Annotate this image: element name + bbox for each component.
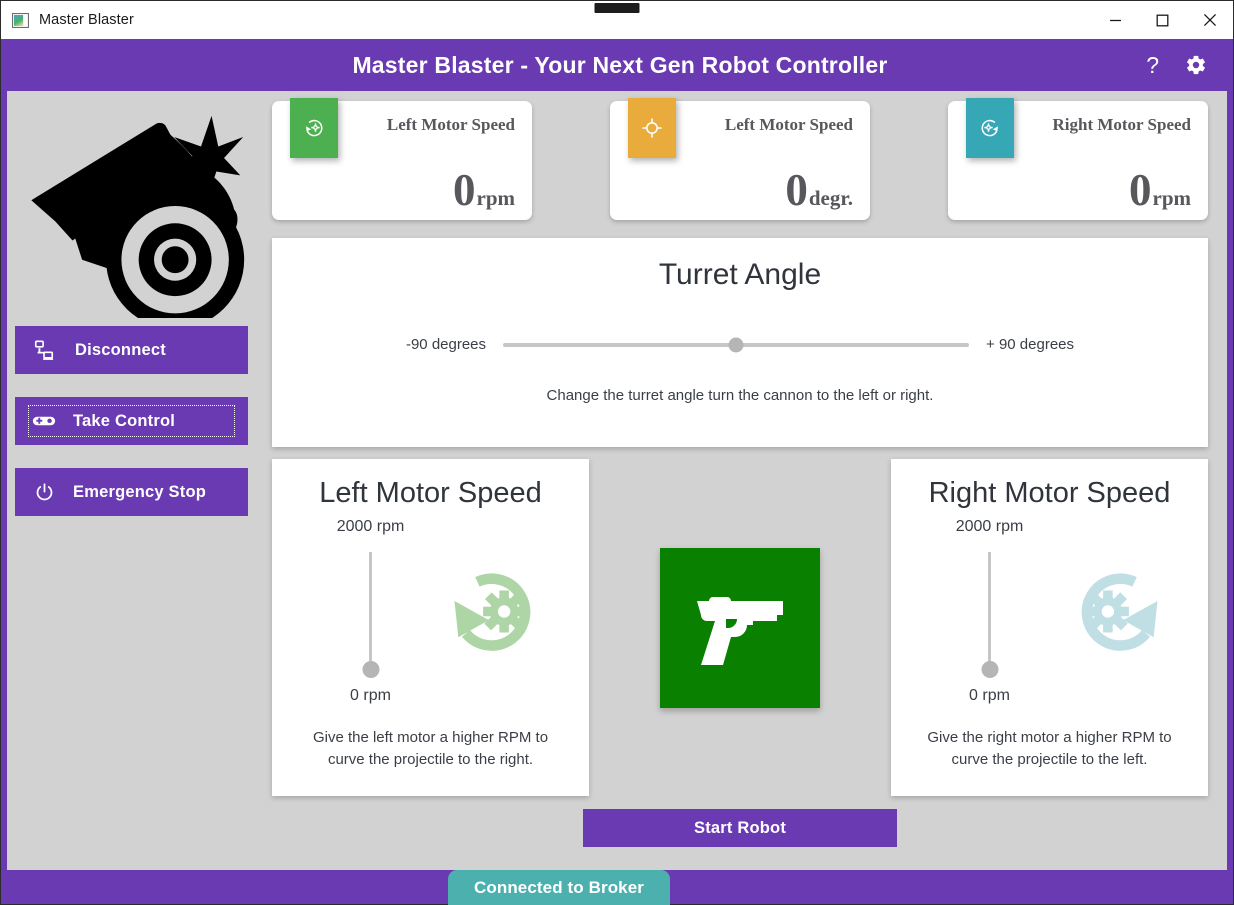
turret-max-label: + 90 degrees bbox=[986, 336, 1075, 353]
right-motor-max-label: 2000 rpm bbox=[955, 518, 1024, 535]
right-motor-hint: Give the right motor a higher RPM to cur… bbox=[927, 729, 1172, 768]
left-motor-slider[interactable] bbox=[362, 552, 379, 678]
status-card-label: Left Motor Speed bbox=[386, 115, 515, 134]
status-card-unit: degr. bbox=[808, 186, 853, 211]
window-drag-handle[interactable] bbox=[594, 3, 640, 13]
left-motor-slider-thumb[interactable] bbox=[362, 661, 379, 678]
main-content: Left Motor Speed 0 rpm Left Motor Speed … bbox=[256, 91, 1227, 870]
close-icon[interactable] bbox=[1186, 1, 1233, 39]
status-card-value: 0 bbox=[1129, 165, 1152, 216]
center-column: Start Robot bbox=[583, 459, 897, 870]
right-motor-slider-group: 2000 rpm 0 rpm bbox=[891, 518, 1208, 705]
left-motor-slider-group: 2000 rpm 0 rpm bbox=[272, 518, 589, 705]
status-bar: Connected to Broker bbox=[1, 870, 1233, 905]
right-motor-title: Right Motor Speed bbox=[928, 477, 1171, 509]
window-titlebar: Master Blaster bbox=[1, 1, 1233, 39]
right-motor-slider[interactable] bbox=[981, 552, 998, 678]
status-card-value: 0 bbox=[453, 165, 476, 216]
left-motor-slider-column: 2000 rpm 0 rpm bbox=[305, 518, 437, 705]
status-card-turret-angle: Left Motor Speed 0 degr. bbox=[610, 98, 870, 220]
rotate-right-gear-icon bbox=[966, 98, 1014, 158]
gear-icon[interactable] bbox=[1185, 54, 1207, 76]
status-card-value-group: 0 rpm bbox=[453, 165, 516, 216]
status-card-right-motor-speed: Right Motor Speed 0 rpm bbox=[948, 98, 1208, 220]
status-card-label: Right Motor Speed bbox=[1052, 115, 1191, 134]
left-motor-min-label: 0 rpm bbox=[350, 687, 391, 704]
window-title: Master Blaster bbox=[39, 12, 134, 28]
status-card-value: 0 bbox=[785, 165, 808, 216]
rotate-right-gear-icon bbox=[1056, 559, 1176, 664]
start-robot-button[interactable]: Start Robot bbox=[583, 809, 897, 847]
left-motor-title: Left Motor Speed bbox=[319, 477, 542, 509]
turret-angle-slider-row: -90 degrees + 90 degrees bbox=[272, 336, 1208, 353]
crosshair-target-icon bbox=[628, 98, 676, 158]
power-icon bbox=[15, 482, 73, 503]
left-motor-max-label: 2000 rpm bbox=[336, 518, 405, 535]
status-card-unit: rpm bbox=[476, 186, 516, 211]
app-body: Disconnect Take Control Emergency Stop L… bbox=[1, 91, 1233, 870]
maximize-icon[interactable] bbox=[1139, 1, 1186, 39]
status-card-row: Left Motor Speed 0 rpm Left Motor Speed … bbox=[272, 91, 1208, 226]
status-card-value-group: 0 rpm bbox=[1129, 165, 1192, 216]
turret-angle-slider[interactable] bbox=[503, 337, 970, 352]
right-motor-slider-column: 2000 rpm 0 rpm bbox=[924, 518, 1056, 705]
pistol-icon bbox=[691, 587, 789, 669]
status-card-label: Left Motor Speed bbox=[724, 115, 853, 134]
turret-angle-slider-thumb[interactable] bbox=[728, 337, 744, 352]
right-motor-slider-thumb[interactable] bbox=[981, 661, 998, 678]
window-controls bbox=[1092, 1, 1233, 39]
status-card-left-motor-speed: Left Motor Speed 0 rpm bbox=[272, 98, 532, 220]
left-motor-hint: Give the left motor a higher RPM to curv… bbox=[312, 729, 549, 768]
titlebar-left-group: Master Blaster bbox=[1, 12, 134, 28]
sidebar-item-emergency-stop[interactable]: Emergency Stop bbox=[15, 468, 248, 516]
header-actions: ? bbox=[1146, 53, 1233, 77]
rotate-left-gear-icon bbox=[437, 559, 557, 664]
sidebar-item-label: Emergency Stop bbox=[73, 482, 207, 501]
help-icon[interactable]: ? bbox=[1146, 53, 1159, 77]
gamepad-icon bbox=[15, 413, 73, 429]
turret-angle-title: Turret Angle bbox=[658, 258, 822, 291]
sidebar: Disconnect Take Control Emergency Stop bbox=[7, 91, 256, 870]
rotate-left-gear-icon bbox=[290, 98, 338, 158]
status-card-unit: rpm bbox=[1152, 186, 1192, 211]
fire-button[interactable] bbox=[660, 548, 820, 708]
status-card-value-group: 0 degr. bbox=[785, 165, 853, 216]
sidebar-item-label: Take Control bbox=[73, 411, 176, 430]
app-window-icon bbox=[12, 12, 29, 28]
app-window: Master Blaster Master Blaster - Your Nex… bbox=[0, 0, 1234, 905]
minimize-icon[interactable] bbox=[1092, 1, 1139, 39]
sidebar-item-label: Disconnect bbox=[75, 340, 166, 359]
network-disconnect-icon bbox=[15, 339, 73, 361]
turret-min-label: -90 degrees bbox=[405, 336, 487, 353]
app-header: Master Blaster - Your Next Gen Robot Con… bbox=[1, 39, 1233, 91]
sidebar-item-disconnect[interactable]: Disconnect bbox=[15, 326, 248, 374]
cannon-logo-icon bbox=[15, 91, 248, 326]
turret-angle-hint: Change the turret angle turn the cannon … bbox=[546, 387, 934, 404]
right-motor-min-label: 0 rpm bbox=[969, 687, 1010, 704]
left-motor-panel: Left Motor Speed 2000 rpm 0 rpm Give the… bbox=[272, 459, 589, 796]
right-motor-panel: Right Motor Speed 2000 rpm 0 rpm Give th… bbox=[891, 459, 1208, 796]
turret-angle-panel: Turret Angle -90 degrees + 90 degrees Ch… bbox=[272, 238, 1208, 447]
motor-panels-row: Left Motor Speed 2000 rpm 0 rpm Give the… bbox=[272, 459, 1208, 870]
page-title: Master Blaster - Your Next Gen Robot Con… bbox=[352, 51, 888, 78]
sidebar-item-take-control[interactable]: Take Control bbox=[15, 397, 248, 445]
status-badge: Connected to Broker bbox=[447, 870, 671, 905]
